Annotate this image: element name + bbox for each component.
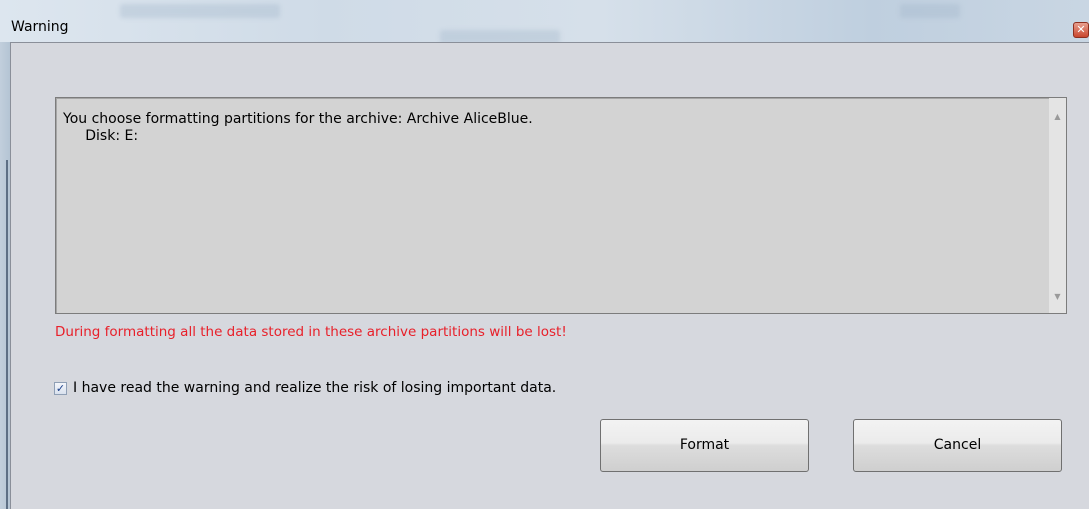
cancel-button[interactable]: Cancel [853,419,1062,472]
data-loss-warning: During formatting all the data stored in… [55,324,567,340]
background-blur [900,4,960,18]
confirm-risk-checkbox[interactable]: ✓ [54,382,67,395]
scroll-down-icon[interactable]: ▼ [1049,288,1066,305]
title-bar: Warning ✕ [0,0,1089,44]
confirm-risk-label[interactable]: I have read the warning and realize the … [73,380,556,396]
textarea-scrollbar[interactable]: ▲ ▼ [1049,98,1066,313]
message-line-1: You choose formatting partitions for the… [63,111,533,127]
close-icon[interactable]: ✕ [1073,22,1089,38]
dialog-title: Warning [11,19,69,35]
format-button[interactable]: Format [600,419,809,472]
message-text: You choose formatting partitions for the… [63,111,533,145]
warning-dialog: Warning ✕ You choose formatting partitio… [0,0,1089,509]
background-blur [120,4,280,18]
message-textarea[interactable]: You choose formatting partitions for the… [55,97,1067,314]
scroll-up-icon[interactable]: ▲ [1049,108,1066,125]
window-frame-left [0,42,10,509]
message-line-2: Disk: E: [63,128,139,144]
